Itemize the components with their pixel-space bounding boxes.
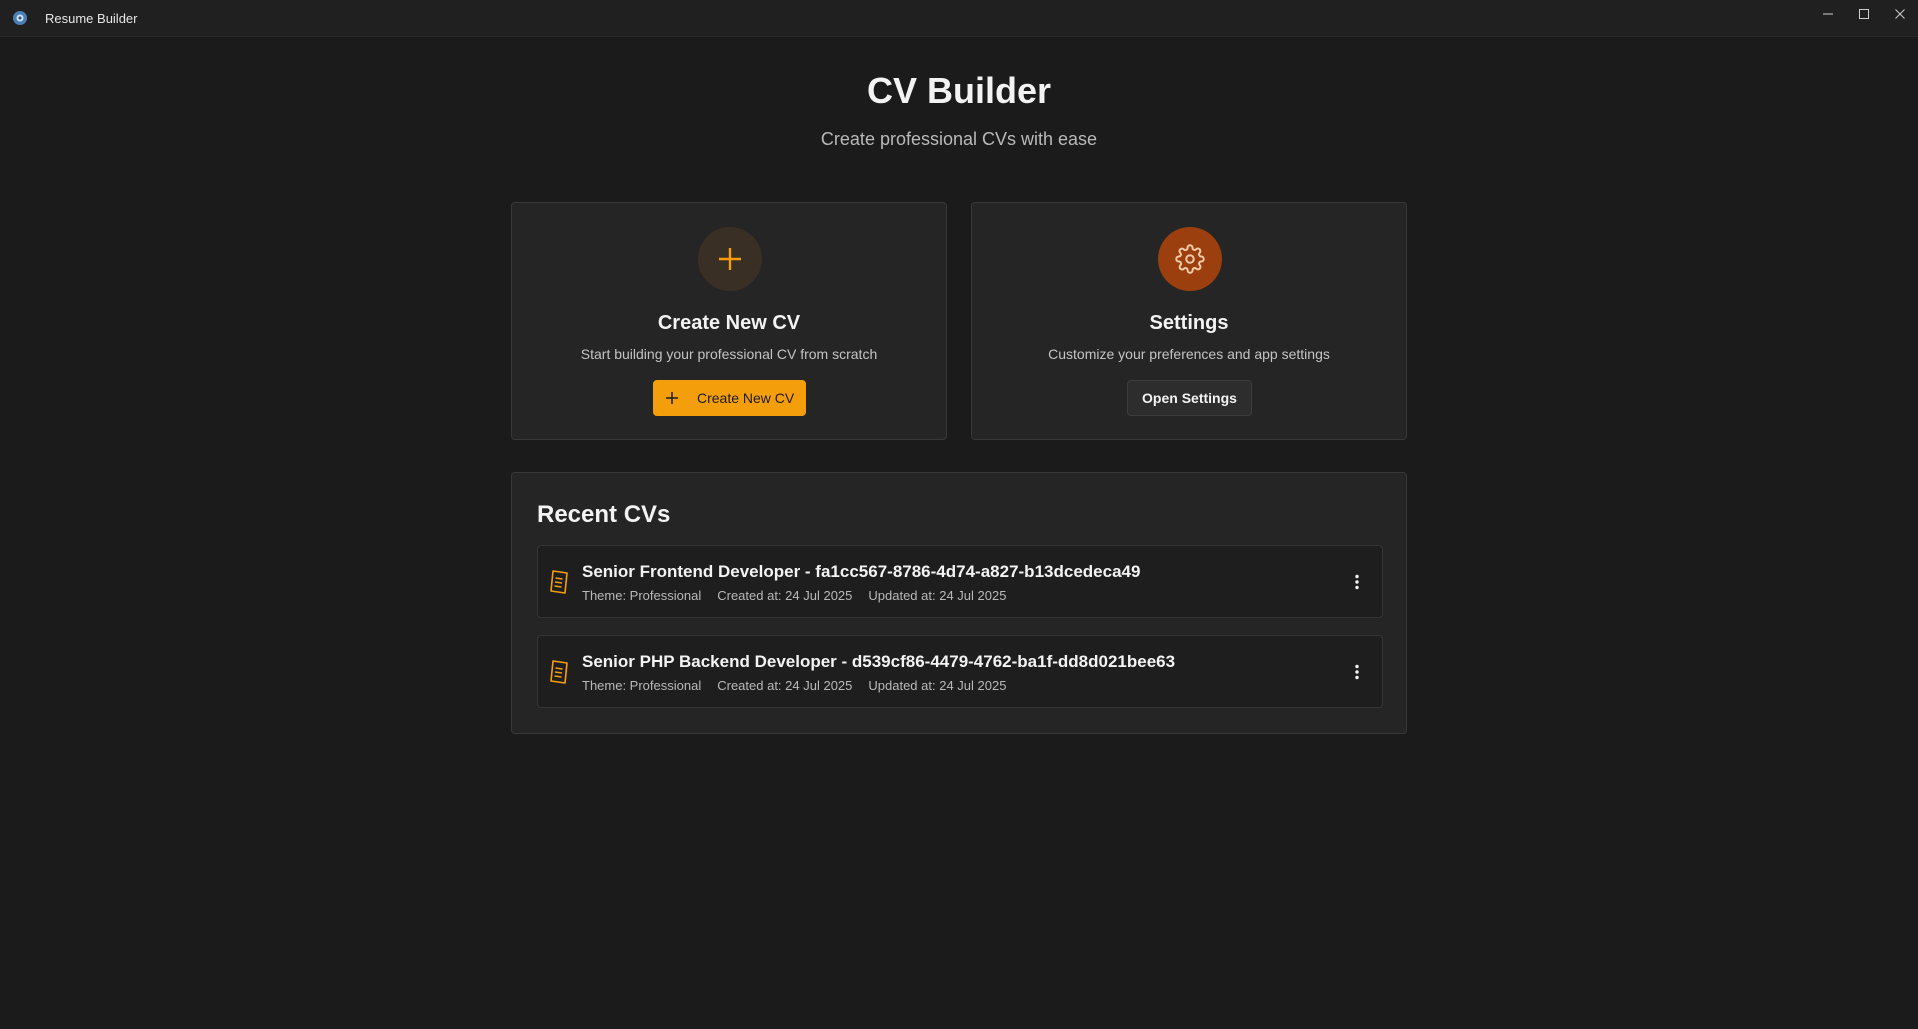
recent-cvs-title: Recent CVs xyxy=(537,501,671,528)
cv-meta: Theme: Professional Created at: 24 Jul 2… xyxy=(582,678,1022,693)
create-cv-card-description: Start building your professional CV from… xyxy=(580,346,878,362)
cv-created-at: Created at: 24 Jul 2025 xyxy=(717,678,853,693)
window-title: Resume Builder xyxy=(45,10,138,26)
open-settings-button[interactable]: Open Settings xyxy=(1127,380,1252,416)
cv-updated-at: Updated at: 24 Jul 2025 xyxy=(868,678,1007,693)
settings-card-description: Customize your preferences and app setti… xyxy=(1048,346,1330,362)
page-title: CV Builder xyxy=(866,70,1052,111)
cv-name: Senior Frontend Developer - fa1cc567-878… xyxy=(582,562,1141,581)
page-subtitle: Create professional CVs with ease xyxy=(820,129,1098,149)
create-new-cv-button-label: Create New CV xyxy=(697,390,795,406)
cv-updated-at: Updated at: 24 Jul 2025 xyxy=(868,588,1007,603)
close-icon xyxy=(1895,9,1905,19)
more-vertical-icon xyxy=(1355,574,1359,590)
cv-created-at: Created at: 24 Jul 2025 xyxy=(717,588,853,603)
more-vertical-icon xyxy=(1355,664,1359,680)
plus-icon xyxy=(665,391,679,405)
cv-list-item[interactable]: Senior Frontend Developer - fa1cc567-878… xyxy=(537,545,1383,618)
settings-card-title: Settings xyxy=(1149,312,1229,334)
create-cv-card-icon-circle xyxy=(698,227,762,291)
minimize-button[interactable] xyxy=(1810,0,1846,28)
cv-meta: Theme: Professional Created at: 24 Jul 2… xyxy=(582,588,1022,603)
settings-card: Settings Customize your preferences and … xyxy=(971,202,1407,440)
create-cv-card: Create New CV Start building your profes… xyxy=(511,202,947,440)
recent-cvs-panel: Recent CVs Senior Frontend Developer - f… xyxy=(511,472,1407,734)
window-controls xyxy=(1810,0,1918,28)
title-bar: Resume Builder xyxy=(0,0,1918,37)
minimize-icon xyxy=(1823,13,1833,15)
gear-icon xyxy=(1175,244,1205,274)
cv-name: Senior PHP Backend Developer - d539cf86-… xyxy=(582,652,1176,671)
close-button[interactable] xyxy=(1882,0,1918,28)
document-icon xyxy=(550,570,568,594)
create-new-cv-button[interactable]: Create New CV xyxy=(653,380,806,416)
app-icon xyxy=(11,9,29,27)
cv-theme: Theme: Professional xyxy=(582,588,702,603)
cv-list-item[interactable]: Senior PHP Backend Developer - d539cf86-… xyxy=(537,635,1383,708)
cv-theme: Theme: Professional xyxy=(582,678,702,693)
maximize-icon xyxy=(1859,9,1869,19)
document-icon xyxy=(550,660,568,684)
create-cv-card-title: Create New CV xyxy=(657,312,801,334)
settings-card-icon-circle xyxy=(1158,227,1222,291)
cv-more-options-button[interactable] xyxy=(1350,572,1364,592)
cv-more-options-button[interactable] xyxy=(1350,662,1364,682)
maximize-button[interactable] xyxy=(1846,0,1882,28)
plus-icon xyxy=(719,248,741,270)
